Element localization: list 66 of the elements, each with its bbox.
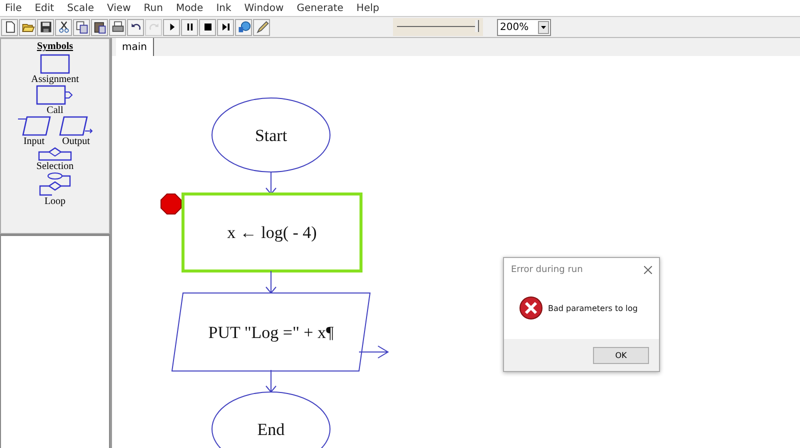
symbol-label[interactable]: Selection (36, 161, 74, 172)
node-text: End (257, 420, 285, 439)
menu-item[interactable]: File (4, 2, 23, 14)
menu-item[interactable]: Help (355, 2, 380, 14)
panel-title: Symbols (36, 41, 74, 52)
speed-slider[interactable] (393, 18, 483, 36)
terminal-node[interactable] (212, 98, 330, 172)
print-button[interactable] (109, 18, 126, 36)
printer-icon (110, 20, 124, 34)
call-symbol-icon (36, 85, 74, 105)
scissors-icon (56, 20, 70, 34)
floppy-icon (38, 20, 52, 34)
pause-button[interactable] (181, 18, 198, 36)
dialog-title: Error during run (511, 265, 583, 275)
play-button[interactable] (163, 18, 180, 36)
error-message: Bad parameters to log (548, 304, 638, 312)
symbol-label[interactable]: Loop (44, 196, 66, 207)
symbol-label[interactable]: Output (62, 136, 90, 147)
symbol-label[interactable]: Assignment (31, 74, 79, 85)
loop-symbol-icon (38, 172, 72, 196)
cut-button[interactable] (55, 18, 72, 36)
pen-button[interactable] (253, 18, 270, 36)
pencil-icon (254, 20, 268, 34)
step-button[interactable] (217, 18, 234, 36)
zoom-value: 200% (500, 22, 529, 32)
ok-button[interactable]: OK (593, 346, 649, 364)
terminal-node[interactable] (212, 392, 330, 448)
stop-button[interactable] (199, 18, 216, 36)
close-icon[interactable] (644, 266, 652, 274)
node-text: Start (254, 126, 288, 145)
node-text: PUT "Log =" + x¶ (208, 323, 334, 342)
clipboard-icon (92, 20, 106, 34)
connector-arrow (266, 370, 276, 393)
error-icon (519, 296, 543, 320)
output-node[interactable] (171, 292, 371, 372)
symbol-label[interactable]: Call (46, 105, 64, 116)
menu-item[interactable]: Generate (296, 2, 344, 14)
menu-item[interactable]: Ink (215, 2, 232, 14)
output-arrow (358, 346, 389, 358)
output-symbol-icon (59, 116, 93, 136)
menu-item[interactable]: Run (142, 2, 164, 14)
dropdown-arrow-icon (541, 26, 546, 28)
save-button[interactable] (37, 18, 54, 36)
node-text: x ← log( - 4) (227, 223, 317, 242)
globe-button[interactable] (235, 18, 252, 36)
selection-symbol-icon (38, 147, 72, 161)
slider-thumb[interactable] (474, 20, 479, 32)
new-button[interactable] (1, 18, 18, 36)
open-button[interactable] (19, 18, 36, 36)
paste-button[interactable] (91, 18, 108, 36)
assignment-node[interactable] (182, 192, 362, 272)
copy-button[interactable] (73, 18, 90, 36)
tab[interactable]: main (116, 38, 154, 56)
menu-item[interactable]: Edit (34, 2, 56, 14)
menu-item[interactable]: Mode (174, 2, 204, 14)
menu-item[interactable]: View (106, 2, 132, 14)
menu-item[interactable]: Window (243, 2, 285, 14)
assignment-symbol-icon (40, 54, 70, 74)
copy-icon (74, 20, 88, 34)
connector-arrow (266, 172, 276, 195)
undo-button[interactable] (127, 18, 144, 36)
symbol-label[interactable]: Input (23, 136, 45, 147)
input-symbol-icon (17, 116, 51, 136)
connector-arrow (266, 270, 276, 294)
menu-item[interactable]: Scale (66, 2, 96, 14)
zoom-dropdown[interactable]: 200% (497, 18, 551, 36)
